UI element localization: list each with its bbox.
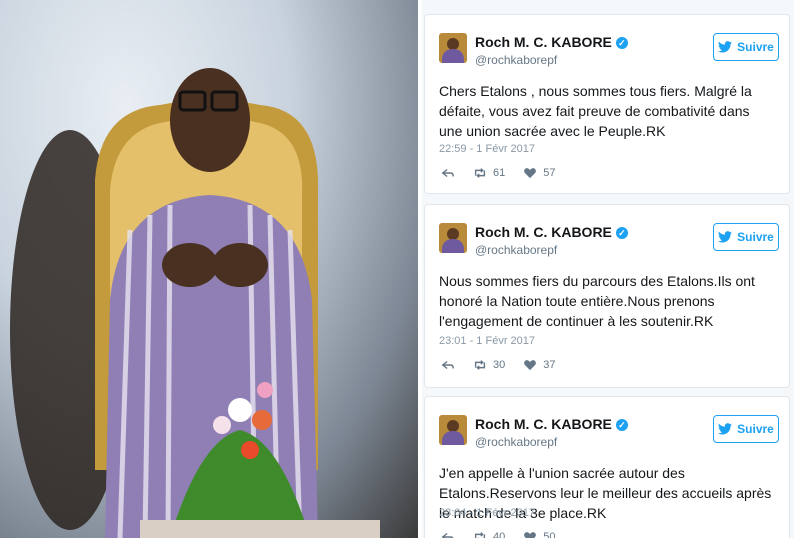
tweet-card: Roch M. C. KABORE ✓ @rochkaborepf Suivre … [424, 204, 790, 388]
like-button[interactable]: 57 [523, 167, 556, 179]
heart-icon [524, 360, 537, 371]
heart-icon [524, 532, 537, 538]
tweet-card: Roch M. C. KABORE ✓ @rochkaborepf Suivre … [424, 14, 790, 194]
follow-button-label: Suivre [737, 40, 774, 54]
retweet-count: 40 [493, 531, 506, 538]
retweet-count: 30 [493, 359, 506, 371]
verified-icon: ✓ [615, 419, 628, 431]
follow-button-label: Suivre [737, 422, 774, 436]
tweet-card: Roch M. C. KABORE ✓ @rochkaborepf Suivre … [424, 396, 790, 538]
avatar[interactable] [439, 33, 467, 63]
like-button[interactable]: 37 [523, 359, 556, 371]
follow-button-label: Suivre [737, 230, 774, 244]
retweet-icon [474, 360, 486, 370]
follow-button[interactable]: Suivre [713, 415, 779, 443]
tweet-actions: 30 37 [441, 359, 574, 371]
twitter-bird-icon [718, 423, 733, 435]
tweet-text: Chers Etalons , nous sommes tous fiers. … [439, 83, 752, 139]
twitter-bird-icon [718, 41, 733, 53]
avatar[interactable] [439, 223, 467, 253]
tweet-text: Nous sommes fiers du parcours des Etalon… [439, 273, 755, 329]
author-handle[interactable]: @rochkaborepf [475, 435, 557, 449]
speaker-photo-illustration [10, 68, 380, 538]
like-button[interactable]: 50 [523, 531, 556, 538]
tweet-timestamp[interactable]: 22:59 - 1 Févr 2017 [439, 143, 535, 155]
author-name[interactable]: Roch M. C. KABORE ✓ [475, 416, 628, 432]
follow-button[interactable]: Suivre [713, 223, 779, 251]
author-name[interactable]: Roch M. C. KABORE ✓ [475, 34, 628, 50]
follow-button[interactable]: Suivre [713, 33, 779, 61]
avatar[interactable] [439, 415, 467, 445]
tweet-actions: 40 50 [441, 531, 574, 538]
like-count: 37 [543, 359, 556, 371]
retweet-button[interactable]: 61 [473, 167, 505, 179]
retweet-count: 61 [493, 167, 506, 179]
reply-button[interactable] [441, 531, 455, 538]
reply-icon [441, 168, 454, 178]
heart-icon [524, 168, 537, 179]
retweet-icon [474, 532, 486, 538]
author-handle[interactable]: @rochkaborepf [475, 243, 557, 257]
author-name[interactable]: Roch M. C. KABORE ✓ [475, 224, 628, 240]
twitter-bird-icon [718, 231, 733, 243]
verified-icon: ✓ [615, 227, 628, 239]
reply-icon [441, 360, 454, 370]
tweet-actions: 61 57 [441, 167, 574, 179]
reply-button[interactable] [441, 359, 455, 371]
like-count: 50 [543, 531, 556, 538]
retweet-icon [474, 168, 486, 178]
retweet-button[interactable]: 30 [473, 359, 505, 371]
verified-icon: ✓ [615, 37, 628, 49]
author-handle[interactable]: @rochkaborepf [475, 53, 557, 67]
reply-icon [441, 532, 454, 538]
tweet-timestamp[interactable]: 23:04 - 1 Févr 2017 [439, 507, 535, 519]
tweet-feed: Roch M. C. KABORE ✓ @rochkaborepf Suivre … [422, 0, 794, 538]
reply-button[interactable] [441, 167, 455, 179]
speaker-photo [0, 0, 418, 538]
like-count: 57 [543, 167, 556, 179]
tweet-timestamp[interactable]: 23:01 - 1 Févr 2017 [439, 335, 535, 347]
retweet-button[interactable]: 40 [473, 531, 505, 538]
